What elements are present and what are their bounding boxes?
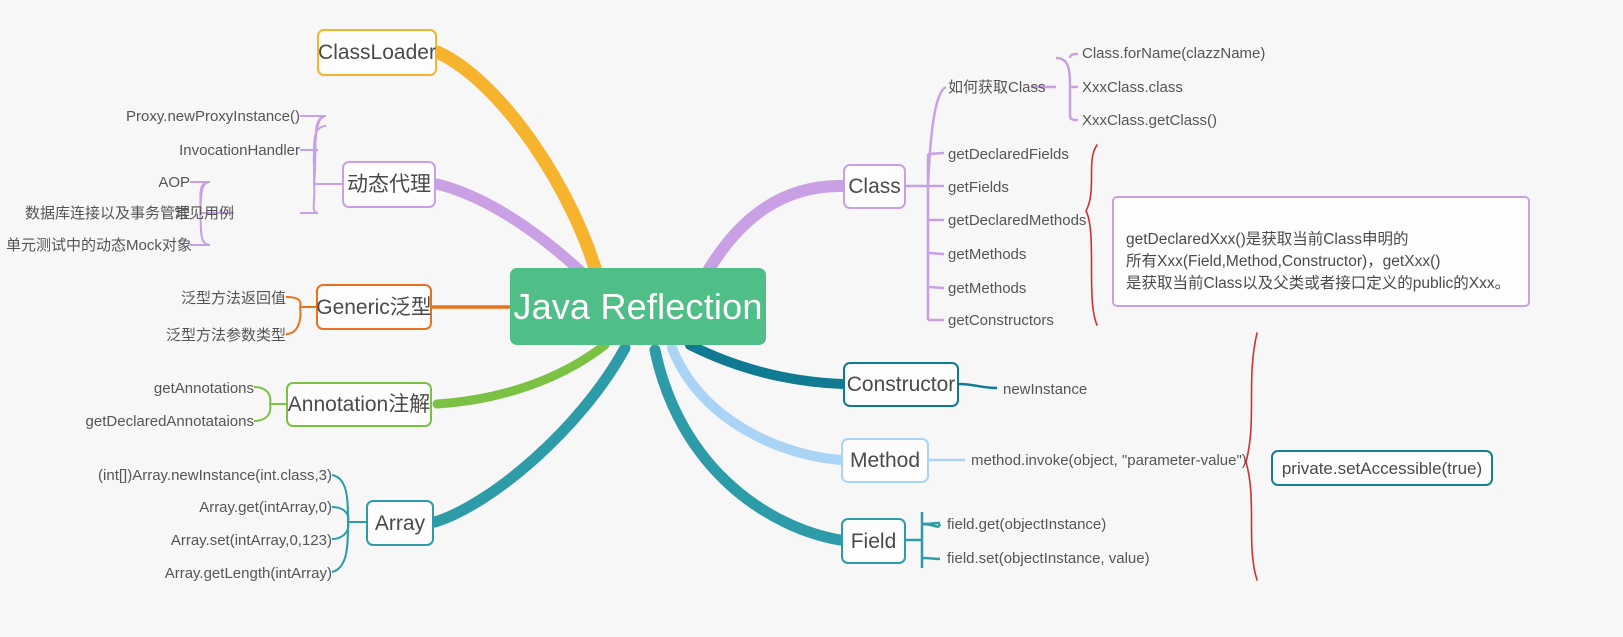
- branch-label-method: Method: [849, 449, 921, 472]
- note-setaccessible[interactable]: private.setAccessible(true): [1271, 450, 1493, 486]
- leaf-array-getlength[interactable]: Array.getLength(intArray): [100, 566, 332, 581]
- branch-node-array[interactable]: Array: [366, 500, 434, 546]
- note-text: getDeclaredXxx()是获取当前Class申明的 所有Xxx(Fiel…: [1126, 231, 1511, 292]
- leaf-label: Array.set(intArray,0,123): [170, 532, 332, 549]
- leaf-label: field.set(objectInstance, value): [947, 550, 1150, 567]
- leaf-label: Class.forName(clazzName): [1082, 45, 1266, 62]
- central-node-label: Java Reflection: [513, 285, 763, 327]
- leaf-label: Proxy.newProxyInstance(): [126, 108, 300, 125]
- leaf-db-transaction[interactable]: 数据库连接以及事务管理: [10, 206, 190, 221]
- leaf-array-newinstance[interactable]: (int[])Array.newInstance(int.class,3): [50, 468, 332, 483]
- leaf-getdeclaredfields[interactable]: getDeclaredFields: [948, 147, 1069, 162]
- branch-node-constructor[interactable]: Constructor: [843, 362, 959, 407]
- leaf-label: AOP: [158, 174, 190, 191]
- leaf-label: (int[])Array.newInstance(int.class,3): [98, 467, 332, 484]
- leaf-getannotations[interactable]: getAnnotations: [80, 381, 254, 396]
- note-getdeclaredxxx: getDeclaredXxx()是获取当前Class申明的 所有Xxx(Fiel…: [1112, 196, 1530, 307]
- leaf-label: getFields: [948, 179, 1009, 196]
- central-node[interactable]: Java Reflection: [510, 268, 766, 345]
- branch-node-dynamic-proxy[interactable]: 动态代理: [342, 161, 436, 208]
- branch-label-annotation: Annotation注解: [287, 393, 431, 416]
- leaf-label: Array.getLength(intArray): [164, 565, 332, 582]
- leaf-array-get[interactable]: Array.get(intArray,0): [100, 500, 332, 515]
- leaf-field-set[interactable]: field.set(objectInstance, value): [947, 551, 1150, 566]
- leaf-label: XxxClass.getClass(): [1082, 112, 1218, 129]
- leaf-label: newInstance: [1003, 381, 1088, 398]
- leaf-label: field.get(objectInstance): [947, 516, 1107, 533]
- leaf-label: getDeclaredMethods: [948, 212, 1087, 229]
- leaf-getmethods-1[interactable]: getMethods: [948, 247, 1026, 262]
- leaf-label: 泛型方法参数类型: [165, 327, 286, 344]
- leaf-label: 单元测试中的动态Mock对象: [6, 237, 192, 254]
- branch-label-generic: Generic泛型: [316, 295, 432, 319]
- branch-label-array: Array: [374, 511, 426, 535]
- branch-label-field: Field: [850, 529, 897, 553]
- branch-label-class: Class: [848, 175, 901, 198]
- leaf-getmethods-2[interactable]: getMethods: [948, 281, 1026, 296]
- leaf-label: InvocationHandler: [179, 142, 300, 159]
- leaf-getconstructors[interactable]: getConstructors: [948, 313, 1054, 328]
- branch-label-constructor: Constructor: [846, 373, 956, 396]
- leaf-xxxclass-getclass[interactable]: XxxClass.getClass(): [1082, 113, 1217, 128]
- leaf-newinstance[interactable]: newInstance: [1003, 382, 1087, 397]
- mindmap-canvas: Java Reflection ClassLoader 动态代理 Proxy.n…: [0, 0, 1623, 637]
- leaf-getdeclaredannotataions[interactable]: getDeclaredAnnotataions: [50, 414, 254, 429]
- leaf-generic-param[interactable]: 泛型方法参数类型: [120, 328, 286, 343]
- leaf-label: Array.get(intArray,0): [199, 499, 332, 516]
- branch-node-generic[interactable]: Generic泛型: [316, 284, 432, 330]
- branch-label-classloader: ClassLoader: [318, 41, 436, 64]
- leaf-how-to-get-class[interactable]: 如何获取Class: [948, 80, 1046, 95]
- leaf-label: XxxClass.class: [1082, 79, 1183, 96]
- leaf-getdeclaredmethods[interactable]: getDeclaredMethods: [948, 213, 1086, 228]
- leaf-aop[interactable]: AOP: [40, 175, 190, 190]
- leaf-invocationhandler[interactable]: InvocationHandler: [40, 143, 300, 158]
- branch-node-classloader[interactable]: ClassLoader: [317, 29, 437, 76]
- leaf-label: getDeclaredFields: [948, 146, 1069, 163]
- branch-node-annotation[interactable]: Annotation注解: [286, 382, 432, 427]
- leaf-class-forname[interactable]: Class.forName(clazzName): [1082, 46, 1265, 61]
- note-setaccessible-label: private.setAccessible(true): [1281, 458, 1483, 478]
- branch-node-field[interactable]: Field: [841, 518, 906, 564]
- leaf-label: method.invoke(object, "parameter-value"): [971, 452, 1247, 469]
- branch-node-class[interactable]: Class: [843, 164, 906, 209]
- leaf-array-set[interactable]: Array.set(intArray,0,123): [100, 533, 332, 548]
- leaf-getfields[interactable]: getFields: [948, 180, 1009, 195]
- branch-node-method[interactable]: Method: [841, 438, 929, 483]
- leaf-label: getMethods: [948, 280, 1027, 297]
- leaf-method-invoke[interactable]: method.invoke(object, "parameter-value"): [971, 453, 1247, 468]
- leaf-label: 数据库连接以及事务管理: [24, 205, 190, 222]
- leaf-label: 泛型方法返回值: [180, 290, 286, 307]
- leaf-xxxclass-class[interactable]: XxxClass.class: [1082, 80, 1183, 95]
- leaf-label: getDeclaredAnnotataions: [85, 413, 254, 430]
- leaf-label: 如何获取Class: [948, 79, 1046, 96]
- leaf-proxy-newproxyinstance[interactable]: Proxy.newProxyInstance(): [40, 109, 300, 124]
- leaf-unit-test-mock[interactable]: 单元测试中的动态Mock对象: [6, 237, 192, 254]
- branch-label-dynamic-proxy: 动态代理: [347, 173, 431, 196]
- leaf-generic-return[interactable]: 泛型方法返回值: [120, 291, 286, 306]
- leaf-label: getConstructors: [948, 312, 1054, 329]
- leaf-label: getMethods: [948, 246, 1027, 263]
- leaf-label: getAnnotations: [153, 380, 254, 397]
- leaf-field-get[interactable]: field.get(objectInstance): [947, 517, 1106, 532]
